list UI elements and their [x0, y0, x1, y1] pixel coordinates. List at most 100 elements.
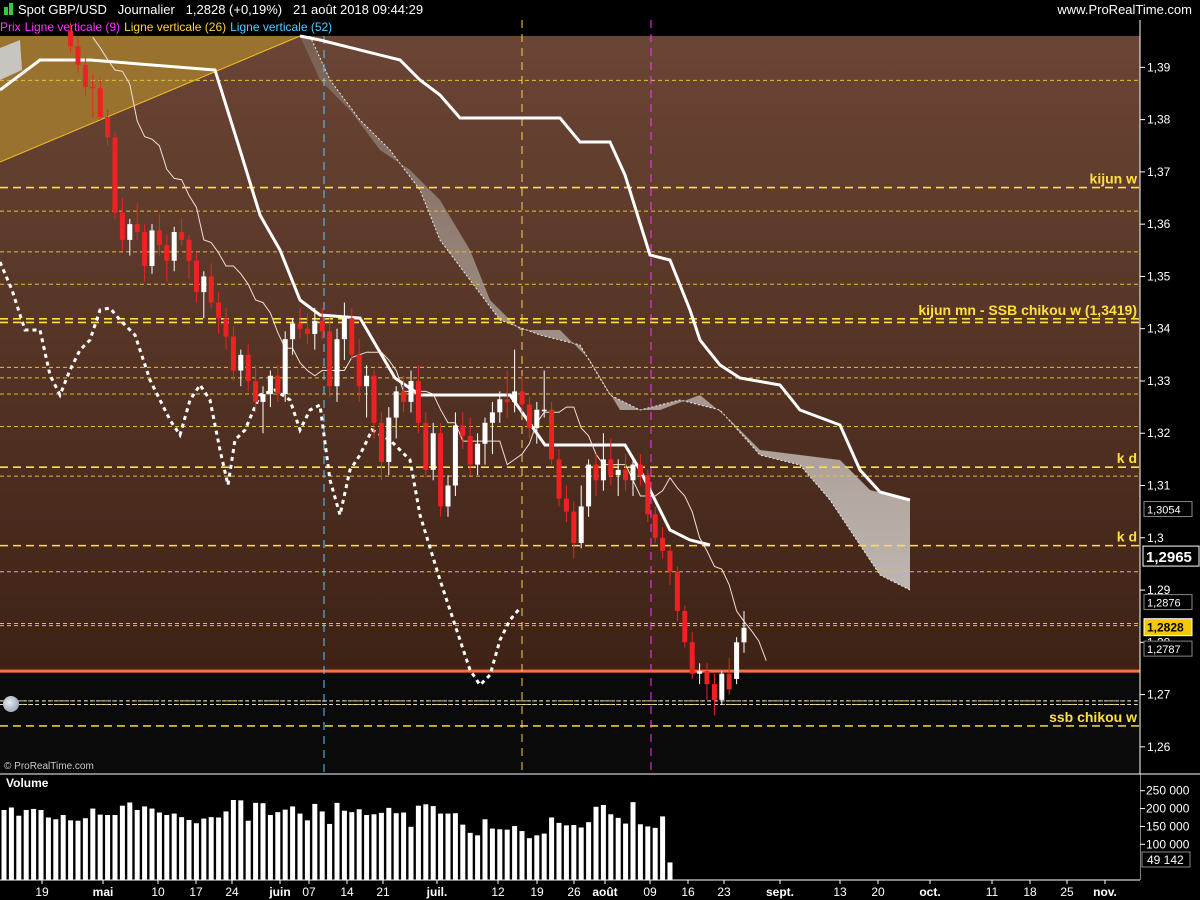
y-tick-label: 1,37: [1147, 165, 1171, 179]
candle: [334, 339, 340, 387]
volume-bar: [667, 862, 673, 880]
volume-bar: [31, 808, 37, 880]
candle: [267, 375, 273, 395]
y-tick-label: 1,33: [1147, 374, 1171, 388]
volume-last-label: 49 142: [1147, 853, 1184, 867]
volume-bar: [482, 819, 488, 880]
volume-bar: [179, 817, 185, 880]
y-tick-label: 1,38: [1147, 113, 1171, 127]
x-tick-label: juin: [268, 885, 290, 899]
volume-bar: [304, 820, 310, 880]
candle: [186, 239, 192, 261]
volume-bar: [415, 805, 421, 880]
candle: [156, 230, 162, 246]
y-tick-label: 1,31: [1147, 479, 1171, 493]
candle: [304, 328, 310, 334]
candle: [660, 537, 666, 551]
candle: [600, 459, 606, 481]
volume-bar: [571, 825, 577, 880]
volume-bar: [593, 806, 599, 880]
volume-title: Volume: [2, 776, 53, 790]
x-tick-label: 19: [530, 885, 544, 899]
volume-bar: [82, 818, 88, 880]
candle: [282, 339, 288, 395]
candle: [393, 391, 399, 418]
candle: [216, 302, 222, 319]
volume-bar: [637, 824, 643, 880]
candle: [378, 422, 384, 462]
volume-bar: [652, 827, 658, 880]
volume-bar: [327, 823, 333, 880]
y-tick-label: 1,3: [1147, 531, 1164, 545]
candle: [563, 498, 569, 512]
candle: [327, 331, 333, 387]
candle: [482, 422, 488, 444]
lower-zone-background: [0, 671, 1140, 773]
candle: [364, 375, 370, 387]
volume-bar: [142, 806, 148, 880]
candle: [82, 64, 88, 87]
volume-tick-label: 100 000: [1146, 837, 1190, 851]
candle: [519, 391, 525, 405]
candle: [112, 137, 118, 213]
x-tick-label: 12: [491, 885, 505, 899]
candle: [164, 245, 170, 261]
volume-bar: [541, 833, 547, 880]
volume-bar: [230, 800, 236, 880]
candle: [726, 673, 732, 690]
volume-bar: [319, 811, 325, 880]
candle: [97, 88, 103, 118]
volume-bar: [393, 813, 399, 880]
volume-tick-label: 200 000: [1146, 802, 1190, 816]
candle: [297, 323, 303, 329]
x-tick-label: 17: [189, 885, 203, 899]
volume-bar: [608, 814, 614, 880]
price-badge: 1,2876: [1147, 598, 1181, 610]
candle: [452, 425, 458, 486]
volume-bar: [297, 813, 303, 880]
candle: [415, 380, 421, 423]
candle: [430, 433, 436, 470]
candle: [179, 232, 185, 240]
candle: [571, 511, 577, 544]
volume-bar: [112, 815, 118, 880]
volume-bar: [563, 825, 569, 880]
candle: [208, 276, 214, 303]
volume-bar: [578, 827, 584, 880]
volume-bar: [127, 802, 133, 880]
price-chart[interactable]: kijun w kijun mn - SSB chikou w (1,3419) k…: [0, 0, 1200, 900]
volume-bar: [186, 820, 192, 880]
volume-bar: [452, 813, 458, 880]
candle: [534, 409, 540, 429]
annotation-label: k d: [1117, 529, 1137, 545]
volume-bar: [623, 823, 629, 880]
candle: [193, 260, 199, 293]
candle: [623, 469, 629, 481]
candle: [475, 443, 481, 465]
candle: [586, 464, 592, 507]
candle: [201, 276, 207, 293]
volume-bar: [438, 813, 444, 880]
volume-bar: [534, 835, 540, 880]
x-tick-label: 10: [151, 885, 165, 899]
volume-bar: [90, 808, 96, 880]
candle: [386, 417, 392, 462]
volume-bar: [60, 815, 66, 880]
volume-bar: [267, 815, 273, 880]
x-tick-label: 21: [376, 885, 390, 899]
x-tick-label: 13: [833, 885, 847, 899]
volume-bar: [364, 815, 370, 880]
volume-bar: [467, 832, 473, 880]
candle: [230, 336, 236, 371]
candle: [549, 409, 555, 460]
volume-panel: [0, 774, 1140, 880]
x-tick-label: 14: [340, 885, 354, 899]
volume-bar: [68, 820, 74, 880]
volume-bar: [149, 808, 155, 880]
volume-bar: [600, 805, 606, 880]
candle: [578, 506, 584, 544]
candle: [630, 464, 636, 481]
candle: [275, 375, 281, 395]
x-tick-label: 11: [986, 885, 999, 899]
settings-wheel-icon[interactable]: [3, 696, 19, 712]
